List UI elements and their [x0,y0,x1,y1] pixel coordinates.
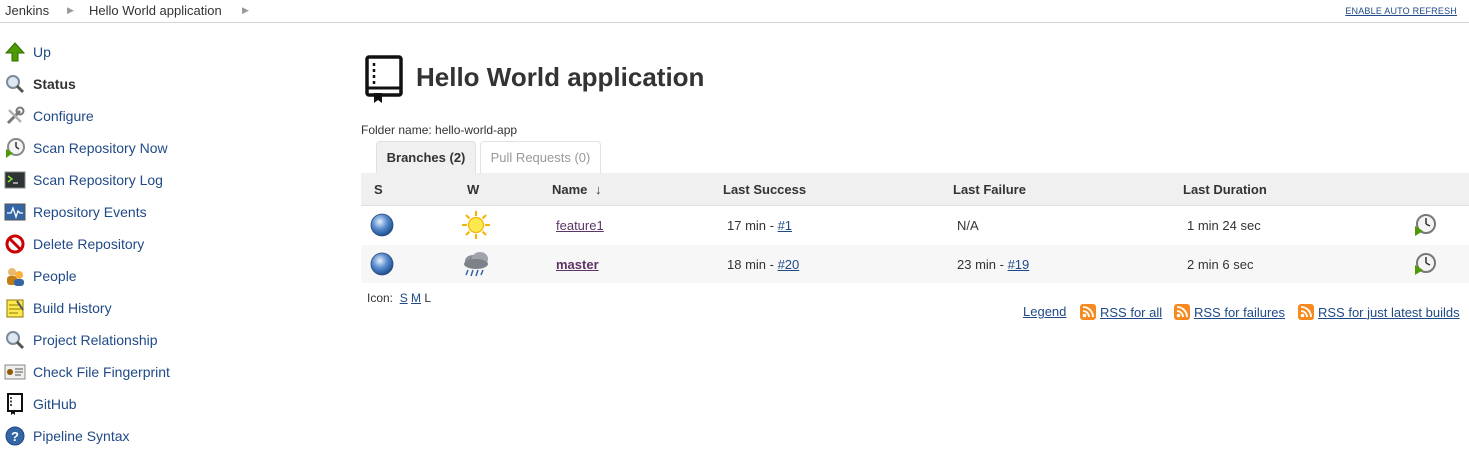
breadcrumb: Jenkins ▶ Hello World application ▶ ENAB… [0,0,1469,23]
task-label: Status [33,76,76,92]
table-row: master 18 min - #20 23 min - #19 2 min 6… [361,245,1469,283]
icon-size-medium[interactable]: M [411,291,421,305]
last-success-time: 17 min - [727,218,778,233]
task-build-history[interactable]: Build History [4,296,112,320]
column-last-failure[interactable]: Last Failure [953,182,1026,197]
last-duration-cell: 2 min 6 sec [1187,257,1254,272]
task-up[interactable]: Up [4,40,51,64]
task-people[interactable]: People [4,264,77,288]
task-status[interactable]: Status [4,72,76,96]
folder-name: Folder name: hello-world-app [361,123,518,137]
column-name-label: Name [552,182,588,197]
terminal-icon [4,169,26,191]
schedule-build-icon[interactable] [1413,252,1437,276]
build-link[interactable]: #1 [778,218,792,233]
repo-book-icon [362,55,406,105]
tab-pull-requests[interactable]: Pull Requests (0) [480,141,601,173]
tab-branches[interactable]: Branches (2) [376,141,476,173]
last-failure-cell: N/A [957,218,979,233]
no-entry-icon [4,233,26,255]
table-row: feature1 17 min - #1 N/A 1 min 24 sec [361,206,1469,244]
task-check-file-fingerprint[interactable]: Check File Fingerprint [4,360,170,384]
enable-auto-refresh-link[interactable]: ENABLE AUTO REFRESH [1345,6,1457,16]
sunny-weather-icon [462,211,490,239]
rss-latest-link[interactable]: RSS for just latest builds [1298,304,1460,320]
table-header: S W Name ↓ Last Success Last Failure Las… [361,173,1469,206]
rss-failures-label: RSS for failures [1194,304,1286,320]
job-link-feature1[interactable]: feature1 [556,218,604,233]
task-scan-repository-now[interactable]: Scan Repository Now [4,136,168,160]
schedule-build-icon[interactable] [1413,213,1437,237]
up-arrow-icon [4,41,26,63]
last-success-cell: 18 min - #20 [727,257,799,272]
icon-size-small[interactable]: S [400,291,408,305]
page-title: Hello World application [416,62,705,92]
rss-latest-label: RSS for just latest builds [1318,304,1460,320]
last-success-time: 18 min - [727,257,778,272]
rss-failures-link[interactable]: RSS for failures [1174,304,1285,320]
rss-feed-icon [1080,304,1096,320]
help-icon: ? [4,425,26,447]
last-duration-cell: 1 min 24 sec [1187,218,1261,233]
magnifier-icon [4,329,26,351]
task-project-relationship[interactable]: Project Relationship [4,328,158,352]
task-label: Repository Events [33,204,147,220]
column-name[interactable]: Name ↓ [552,182,602,197]
task-label: Build History [33,300,112,316]
raining-weather-icon [464,252,488,277]
task-label: Scan Repository Log [33,172,163,188]
legend-link[interactable]: Legend [1023,304,1066,319]
people-icon [4,265,26,287]
task-label: Delete Repository [33,236,145,252]
fingerprint-card-icon [4,361,26,383]
magnifier-icon [4,73,26,95]
build-link[interactable]: #20 [778,257,800,272]
rss-all-label: RSS for all [1100,304,1163,320]
sort-arrow-icon: ↓ [595,182,602,197]
task-label: Configure [33,108,94,124]
task-label: GitHub [33,396,77,412]
breadcrumb-separator-icon: ▶ [242,5,249,15]
task-label: Up [33,44,51,60]
last-failure-cell: 23 min - #19 [957,257,1029,272]
icon-size-selector: Icon: S M L [367,291,431,305]
icon-size-label: Icon: [367,291,394,305]
task-label: Project Relationship [33,332,158,348]
task-label: People [33,268,77,284]
task-label: Pipeline Syntax [33,428,130,444]
rss-feed-icon [1298,304,1314,320]
task-delete-repository[interactable]: Delete Repository [4,232,144,256]
task-label: Scan Repository Now [33,140,168,156]
monitor-icon [4,201,26,223]
notepad-icon [4,297,26,319]
task-pipeline-syntax[interactable]: ? Pipeline Syntax [4,424,130,448]
column-weather[interactable]: W [467,182,479,197]
task-repository-events[interactable]: Repository Events [4,200,147,224]
rss-all-link[interactable]: RSS for all [1080,304,1162,320]
task-scan-repository-log[interactable]: Scan Repository Log [4,168,163,192]
blue-ball-icon [370,252,394,276]
blue-ball-icon [370,213,394,237]
wrench-icon [4,105,26,127]
build-link[interactable]: #19 [1008,257,1030,272]
breadcrumb-hello-world[interactable]: Hello World application [89,3,222,18]
job-link-master[interactable]: master [556,257,599,272]
last-success-cell: 17 min - #1 [727,218,792,233]
svg-text:?: ? [11,429,19,444]
clock-play-icon [4,137,26,159]
icon-size-large: L [424,291,432,305]
column-last-duration[interactable]: Last Duration [1183,182,1267,197]
last-failure-time: 23 min - [957,257,1008,272]
breadcrumb-jenkins[interactable]: Jenkins [5,3,49,18]
column-status[interactable]: S [374,182,383,197]
task-github[interactable]: GitHub [4,392,77,416]
column-last-success[interactable]: Last Success [723,182,806,197]
task-label: Check File Fingerprint [33,364,170,380]
task-configure[interactable]: Configure [4,104,94,128]
rss-feed-icon [1174,304,1190,320]
repo-book-icon [4,393,26,415]
breadcrumb-separator-icon: ▶ [67,5,74,15]
